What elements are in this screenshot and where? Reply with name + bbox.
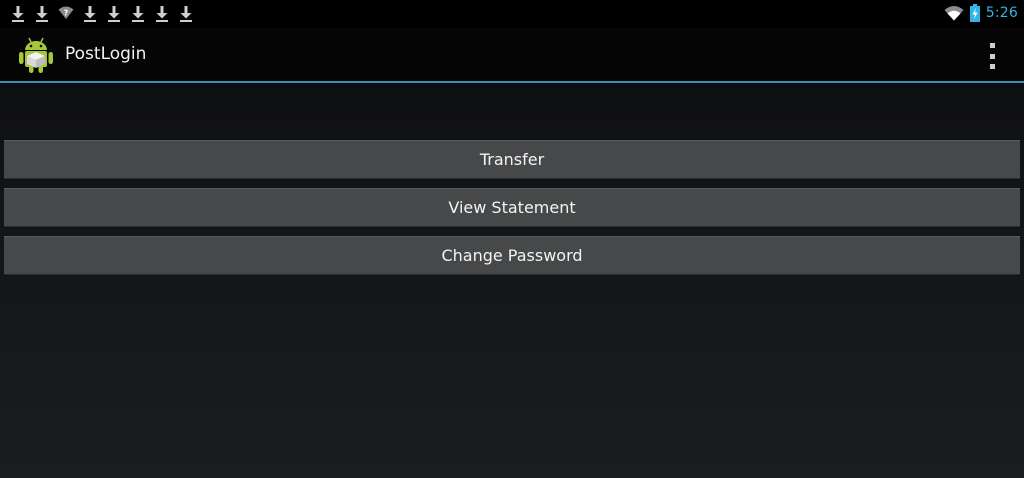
- app-screen: ? 5:26 PostLogin Transfer View Statement…: [0, 0, 1024, 478]
- change-password-button[interactable]: Change Password: [4, 236, 1020, 275]
- status-clock: 5:26: [985, 5, 1018, 21]
- overflow-dot: [989, 53, 995, 59]
- download-icon: [180, 6, 192, 22]
- transfer-button[interactable]: Transfer: [4, 140, 1020, 179]
- app-title: PostLogin: [65, 44, 147, 64]
- android-app-icon[interactable]: [17, 35, 55, 75]
- notification-icons: ?: [10, 5, 194, 22]
- wifi-question-icon: ?: [58, 6, 74, 19]
- status-bar: ? 5:26: [0, 0, 1024, 28]
- svg-text:?: ?: [64, 9, 69, 18]
- overflow-dot: [989, 43, 995, 48]
- download-icon: [12, 6, 24, 22]
- battery-charging-icon: [969, 4, 980, 22]
- download-icon: [132, 6, 144, 22]
- system-status: 5:26: [944, 4, 1018, 22]
- overflow-dot: [989, 64, 995, 69]
- download-icon: [156, 6, 168, 22]
- wifi-icon: [944, 6, 964, 21]
- download-icon: [108, 6, 120, 22]
- overflow-menu-icon[interactable]: [982, 43, 1002, 69]
- view-statement-button[interactable]: View Statement: [4, 188, 1020, 227]
- download-icon: [84, 6, 96, 22]
- action-bar: PostLogin: [0, 28, 1024, 83]
- download-icon: [36, 6, 48, 22]
